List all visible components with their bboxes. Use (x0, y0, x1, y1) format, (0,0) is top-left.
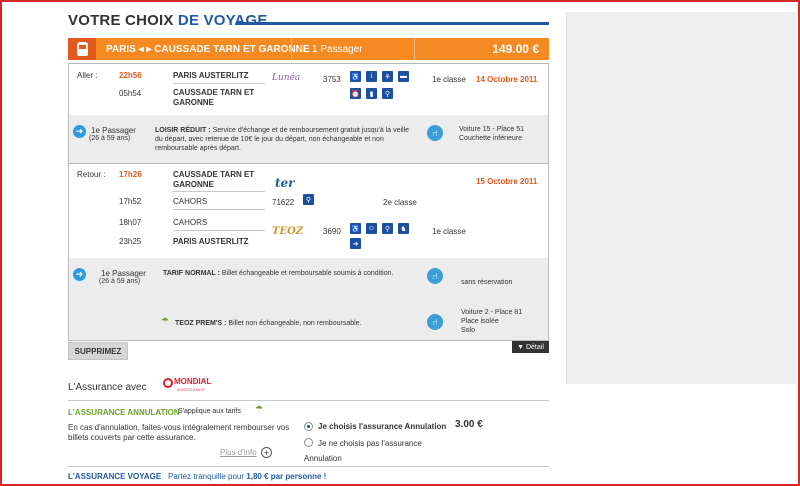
ter-logo: ter (275, 176, 295, 190)
option-no-label-line2[interactable]: Annulation (304, 454, 342, 464)
side-panel (566, 12, 796, 384)
return-train1-number: 71622 (272, 198, 295, 207)
divider (291, 38, 292, 60)
return-fare2-desc: TEOZ PREM'S : Billet non échangeable, no… (175, 320, 362, 327)
return-train2-number: 3690 (323, 227, 341, 236)
divider (173, 83, 265, 84)
outbound-class: 1e classe (432, 75, 466, 84)
insurance-title: L'Assurance avec (68, 382, 147, 393)
outbound-seat-line1: Voiture 15 - Place 51 (459, 126, 524, 133)
divider (173, 191, 265, 192)
bicycle-icon: ⚲ (303, 194, 314, 205)
return-seat2-line3: Solo (461, 327, 476, 334)
annulation-title: L'ASSURANCE ANNULATION (68, 408, 180, 417)
return-dep-station-line1: CAUSSADE TARN ET (173, 170, 255, 179)
title-rule (237, 22, 549, 25)
restaurant-icon: ⚘ (382, 71, 393, 82)
outbound-arr-station-line2: GARONNE (173, 98, 214, 107)
arrow-right-icon[interactable]: ➜ (73, 268, 86, 281)
title-part2: DE VOYAGE (177, 12, 268, 29)
annulation-applies: S'applique aux tarifs (178, 408, 241, 415)
route-label: PARIS ◂ ▸ CAUSSADE TARN ET GARONNE (106, 44, 310, 55)
outbound-train-number: 3753 (323, 75, 341, 84)
return-dep-time: 17h26 (119, 170, 142, 179)
seat-icon: ⑁ (427, 268, 443, 284)
page-title: VOTRE CHOIX DE VOYAGE (68, 12, 268, 29)
trip-summary-bar[interactable]: PARIS ◂ ▸ CAUSSADE TARN ET GARONNE 1 Pas… (68, 38, 549, 60)
outbound-seat-line2: Couchette inférieure (459, 135, 523, 142)
outbound-label: Aller : (77, 71, 98, 80)
seat-icon: ⑁ (427, 314, 443, 330)
outbound-arr-time: 05h54 (119, 89, 142, 98)
outbound-fare-desc: LOISIR RÉDUIT : Service d'échange et de … (155, 127, 410, 152)
return-seat1: sans réservation (461, 279, 513, 286)
return-stop1-station: CAHORS (173, 197, 208, 206)
radio-yes[interactable] (304, 422, 313, 431)
return-stop2-station: CAHORS (173, 218, 208, 227)
return-stop1-time: 17h52 (119, 197, 142, 206)
more-info-link[interactable]: Plus d'info (220, 448, 257, 457)
return-label: Retour : (77, 170, 106, 179)
voyage-desc: Partez tranquille pour 1,80 € par person… (168, 472, 327, 481)
return-class1: 2e classe (383, 198, 417, 207)
train-icon (68, 38, 96, 60)
option-yes-label[interactable]: Je choisis l'assurance Annulation (318, 422, 446, 432)
plus-icon[interactable]: + (261, 447, 272, 458)
delete-button[interactable]: SUPPRIMEZ (68, 342, 128, 360)
mondial-assistance-logo: MONDIAL ASSISTANCE (163, 376, 211, 394)
divider (414, 38, 415, 60)
bed-icon: ▬ (398, 71, 409, 82)
return-seat2-line2: Place isolée (461, 318, 499, 325)
title-part1: VOTRE CHOIX (68, 12, 174, 29)
outbound-dep-station: PARIS AUSTERLITZ (173, 71, 249, 80)
return-arr-time: 23h25 (119, 237, 142, 246)
lunea-logo: Lunéa (272, 73, 301, 83)
detail-button[interactable]: ▼ Détail (512, 341, 549, 353)
divider (173, 209, 265, 210)
return-stop2-time: 18h07 (119, 218, 142, 227)
info-icon: i (366, 71, 377, 82)
pet-icon: ♞ (398, 223, 409, 234)
divider (68, 466, 549, 467)
umbrella-icon: ☂ (161, 316, 170, 326)
outbound-date: 14 Octobre 2011 (476, 75, 538, 84)
arrow-right-icon[interactable]: ➜ (73, 125, 86, 138)
divider (68, 400, 549, 401)
return-class2: 1e classe (432, 227, 466, 236)
annulation-desc: En cas d'annulation, faites-vous intégra… (68, 423, 290, 442)
baby-icon: ☺ (366, 223, 377, 234)
mondial-word: MONDIAL (174, 377, 212, 386)
bicycle-icon: ⚲ (382, 223, 393, 234)
journey-details: Aller : 22h56 PARIS AUSTERLITZ 05h54 CAU… (68, 63, 549, 341)
total-price: 149.00 € (492, 42, 539, 56)
divider (69, 163, 548, 164)
outbound-arr-station-line1: CAUSSADE TARN ET (173, 88, 255, 97)
return-fare1-desc: TARIF NORMAL : Billet échangeable et rem… (163, 270, 394, 277)
outbound-dep-time: 22h56 (119, 71, 142, 80)
radio-no[interactable] (304, 438, 313, 447)
divider (173, 230, 265, 231)
bicycle-icon: ⚲ (382, 88, 393, 99)
return-dep-station-line2: GARONNE (173, 180, 214, 189)
option-yes-price: 3.00 € (455, 419, 483, 430)
voyage-title: L'ASSURANCE VOYAGE (68, 472, 162, 481)
return-arr-station: PARIS AUSTERLITZ (173, 237, 249, 246)
passenger-count: 1 Passager (312, 44, 363, 55)
alarm-icon: ⏰ (350, 88, 361, 99)
teoz-logo: TEOZ (272, 226, 304, 237)
umbrella-icon: ☂ (255, 404, 264, 414)
mondial-ring-icon (163, 378, 173, 388)
arrow-icon: ➜ (350, 238, 361, 249)
wheelchair-icon: ♿ (350, 71, 361, 82)
mondial-sub: ASSISTANCE (177, 387, 206, 392)
seat-icon: ⑁ (427, 125, 443, 141)
option-no-label-line1[interactable]: Je ne choisis pas l'assurance (318, 439, 422, 449)
outbound-passenger-age: (26 à 59 ans) (89, 135, 131, 142)
bottle-icon: ▮ (366, 88, 377, 99)
return-passenger-age: (26 à 59 ans) (99, 278, 141, 285)
return-seat2-line1: Voiture 2 - Place 81 (461, 309, 523, 316)
return-date: 15 Octobre 2011 (476, 177, 538, 186)
wheelchair-icon: ♿ (350, 223, 361, 234)
